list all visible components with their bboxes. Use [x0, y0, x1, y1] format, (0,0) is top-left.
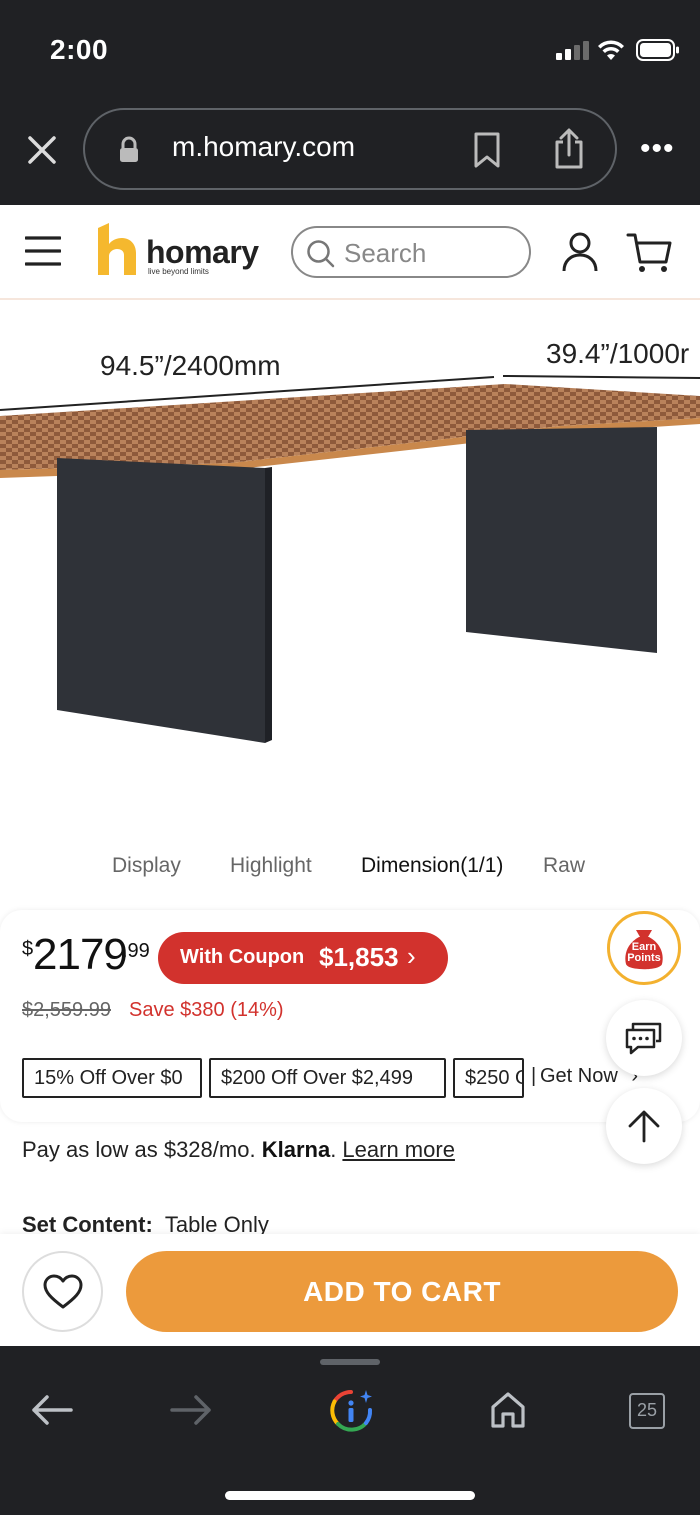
- coupon-price-button[interactable]: With Coupon $1,853 ›: [158, 932, 448, 984]
- tab-display[interactable]: Display: [112, 854, 181, 878]
- cart-icon[interactable]: [626, 232, 672, 274]
- url-text[interactable]: m.homary.com: [172, 131, 355, 163]
- brand-name[interactable]: homary: [146, 234, 259, 271]
- divider: |: [531, 1065, 537, 1087]
- coupon-tag[interactable]: $200 Off Over $2,499: [209, 1058, 446, 1098]
- back-to-top-button[interactable]: [606, 1088, 682, 1164]
- chat-button[interactable]: [606, 1000, 682, 1076]
- length-dimension-label: 94.5”/2400mm: [100, 350, 281, 381]
- chat-icon: [625, 1022, 662, 1055]
- google-lens-info-icon[interactable]: [328, 1388, 374, 1434]
- product-image[interactable]: 94.5”/2400mm 39.4”/1000r: [0, 300, 700, 840]
- tab-switcher-button[interactable]: 25: [629, 1393, 665, 1429]
- get-now-label: Get Now: [540, 1065, 618, 1087]
- original-price: $2,559.99: [22, 999, 111, 1021]
- tab-highlight[interactable]: Highlight: [230, 854, 312, 878]
- search-placeholder[interactable]: Search: [344, 238, 426, 269]
- savings-text: Save $380 (14%): [129, 999, 284, 1021]
- brand-tagline: live beyond limits: [148, 267, 209, 276]
- earn-points-label: Points: [627, 952, 661, 964]
- homary-logo-icon[interactable]: [97, 222, 137, 276]
- coupon-price: $1,853: [319, 942, 399, 972]
- search-icon[interactable]: [306, 239, 336, 269]
- tab-dimension[interactable]: Dimension(1/1): [361, 854, 503, 878]
- earn-points-button[interactable]: Earn Points: [607, 911, 681, 985]
- bookmark-icon[interactable]: [472, 131, 502, 169]
- account-icon[interactable]: [561, 231, 599, 273]
- share-icon[interactable]: [552, 128, 586, 170]
- home-icon[interactable]: [490, 1391, 526, 1429]
- arrow-up-icon: [628, 1110, 660, 1143]
- set-content-value: Table Only: [164, 1212, 269, 1234]
- more-options-icon[interactable]: •••: [640, 134, 680, 164]
- wifi-icon: [598, 40, 624, 60]
- width-dimension-label: 39.4”/1000r: [546, 338, 690, 369]
- status-time: 2:00: [50, 34, 109, 65]
- coupon-tag[interactable]: 15% Off Over $0: [22, 1058, 202, 1098]
- home-indicator: [225, 1491, 475, 1500]
- set-content-row[interactable]: Set Content: Table Only: [22, 1212, 269, 1234]
- drag-handle[interactable]: [320, 1359, 380, 1365]
- hamburger-menu-icon[interactable]: [25, 235, 61, 267]
- back-arrow-icon[interactable]: [31, 1394, 73, 1426]
- price-currency: $: [22, 938, 34, 960]
- lock-icon: [120, 136, 138, 162]
- forward-arrow-icon[interactable]: [170, 1394, 212, 1426]
- add-to-cart-button[interactable]: ADD TO CART: [126, 1251, 678, 1332]
- klarna-brand: Klarna: [261, 1137, 331, 1162]
- battery-icon: [636, 39, 679, 61]
- close-icon[interactable]: [22, 130, 62, 170]
- heart-icon: [43, 1274, 83, 1309]
- price-amount: 2179: [33, 930, 128, 979]
- price-cents: .99: [122, 940, 150, 962]
- chevron-right-icon: ›: [407, 941, 416, 971]
- set-content-label: Set Content:: [22, 1212, 153, 1234]
- klarna-prefix: Pay as low as $328/mo.: [22, 1137, 256, 1162]
- tab-raw[interactable]: Raw: [543, 854, 585, 878]
- klarna-financing: Pay as low as $328/mo. Klarna. Learn mor…: [22, 1137, 455, 1162]
- status-bar: 2:00: [0, 0, 700, 100]
- coupon-label: With Coupon: [180, 946, 305, 968]
- coupon-tag[interactable]: $250 Off Over $2,999: [453, 1058, 524, 1098]
- wishlist-button[interactable]: [22, 1251, 103, 1332]
- learn-more-link[interactable]: Learn more: [342, 1137, 455, 1162]
